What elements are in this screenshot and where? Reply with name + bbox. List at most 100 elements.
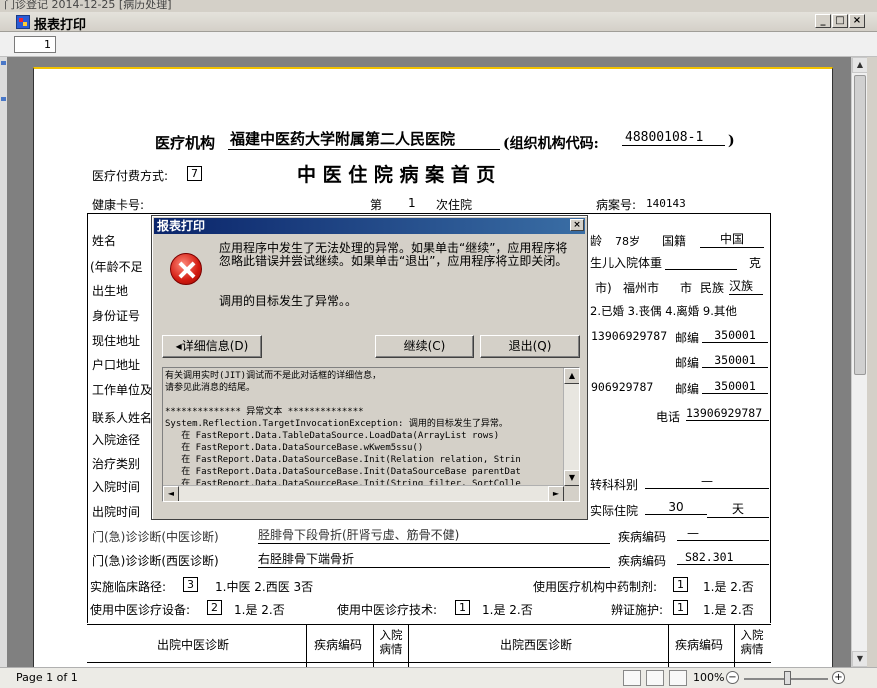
error-message: 应用程序中发生了无法处理的异常。如果单击“继续”，应用程序将忽略此错误并尝试继续… [219,241,568,268]
page-number-input[interactable]: 1 [14,36,56,53]
tcm-tech-label: 使用中医诊疗技术: [337,603,438,617]
zoom-out-icon[interactable]: − [726,671,739,684]
zip-3: 350001 [702,379,768,394]
zoom-in-icon[interactable]: + [832,671,845,684]
ethnic-value: 汉族 [729,277,763,295]
col-disease-code: 疾病编码 [314,638,363,652]
scroll-up-icon[interactable]: ▲ [852,57,868,73]
name-label: 姓名 [92,234,117,248]
scroll-thumb[interactable] [854,75,866,375]
zoom-slider-handle[interactable] [784,671,791,685]
scroll-down-icon[interactable]: ▼ [852,651,868,667]
background-window-strip: 门诊登记 2014-12-25 [病历处理] [0,0,877,12]
phone-1: 13906929787 [591,329,668,343]
baby-weight-value [665,258,737,270]
col-disease-code-2: 疾病编码 [675,638,724,652]
day-unit: 天 [707,500,769,518]
syndrome-care-options: 1.是 2.否 [703,603,754,617]
contact-phone-label: 电话 [656,410,681,424]
dialog-close-button[interactable]: × [570,219,584,231]
zoom-level: 100% [693,671,725,684]
tcm-code: — [677,526,769,541]
exception-detail-text: 有关调用实时(JIT)调试而不是此对话框的详细信息， 请参见此消息的结尾。 **… [165,371,521,501]
detail-scroll-down-icon[interactable]: ▼ [564,470,579,486]
tcm-equip-options: 1.是 2.否 [234,603,285,617]
zip-1: 350001 [702,328,768,343]
birth-city-tail: 市) [595,281,612,295]
hukou-address-label: 户口地址 [92,358,141,372]
actual-stay-label: 实际住院 [590,504,639,518]
stay-days: 30 [645,500,707,515]
org-code-close: ) [728,133,735,149]
minimize-button[interactable]: _ [815,14,831,28]
age-insufficient-label: (年龄不足 [90,260,143,274]
window-title: 报表打印 [34,18,87,33]
detail-horizontal-scrollbar[interactable]: ◄ ► [163,485,564,501]
org-name: 福建中医药大学附属第二人民医院 [228,128,500,150]
wm-diagnosis-value: 右胫腓骨下端骨折 [258,550,610,568]
wm-diagnosis-label: 门(急)诊诊断(西医诊断) [92,554,219,568]
work-unit-label: 工作单位及 [92,383,153,397]
continue-button[interactable]: 继续(C) [375,335,474,358]
ethnic-label: 民族 [700,281,725,295]
status-bar: Page 1 of 1 100% − + [0,667,877,688]
detail-scroll-up-icon[interactable]: ▲ [564,368,579,384]
visit-num: 1 [408,196,416,210]
phone-2: 906929787 [591,380,654,394]
exception-detail-box[interactable]: 有关调用实时(JIT)调试而不是此对话框的详细信息， 请参见此消息的结尾。 **… [162,367,580,502]
left-edge [0,57,7,667]
zip-label-2: 邮编 [675,356,700,370]
detail-vertical-scrollbar[interactable]: ▲ ▼ [563,368,579,486]
age-value: 78岁 [615,235,640,248]
visit-pre: 第 [370,198,383,212]
multi-pages-icon[interactable] [669,670,687,686]
tcm-tech-value: 1 [455,600,470,615]
close-button[interactable]: × [849,14,865,28]
tcm-equip-label: 使用中医诊疗设备: [90,603,191,617]
tcm-tech-options: 1.是 2.否 [482,603,533,617]
detail-scroll-right-icon[interactable]: ► [548,486,564,501]
clinical-path-label: 实施临床路径: [90,580,167,594]
dialog-title: 报表打印 [154,218,585,234]
baby-weight-label: 生儿入院体重 [590,256,663,270]
card-label: 健康卡号: [92,198,145,212]
tcm-diagnosis-value: 胫腓骨下段骨折(肝肾亏虚、筋骨不健) [258,526,610,544]
hospital-drug-value: 1 [673,577,688,592]
quit-button[interactable]: 退出(Q) [480,335,580,358]
current-address-label: 现住地址 [92,334,141,348]
single-page-icon[interactable] [623,670,641,686]
nation-label: 国籍 [662,234,687,248]
record-no: 140143 [646,197,686,210]
contact-name-label: 联系人姓名 [92,411,153,425]
error-message-detail: 调用的目标发生了异常。。 [219,294,358,308]
zip-label-3: 邮编 [675,382,700,396]
transfer-dept-label: 转科科别 [590,478,639,492]
background-window-text: 门诊登记 2014-12-25 [病历处理] [4,0,172,11]
col-admit-state-2: 入院病情 [740,628,764,656]
syndrome-care-value: 1 [673,600,688,615]
col-discharge-tcm: 出院中医诊断 [157,638,230,652]
org-code: 48800108-1 [622,130,725,146]
age-tail: 龄 [590,234,603,248]
wm-code: S82.301 [677,550,769,565]
id-label: 身份证号 [92,309,141,323]
birthplace-label: 出生地 [92,284,129,298]
window-title-bar: 报表打印 _ □ × [0,12,877,33]
clinical-path-value: 3 [183,577,198,592]
admit-route-label: 入院途径 [92,433,141,447]
error-icon [170,253,202,285]
preview-vertical-scrollbar[interactable]: ▲ ▼ [851,57,868,667]
pay-value: 7 [187,166,202,181]
zip-2: 350001 [702,353,768,368]
details-button[interactable]: ◂详细信息(D) [162,335,262,358]
tcm-diagnosis-label: 门(急)诊诊断(中医诊断) [92,530,219,544]
detail-scroll-left-icon[interactable]: ◄ [163,486,179,501]
phone-3: 13906929787 [686,406,769,421]
hospital-drug-options: 1.是 2.否 [703,580,754,594]
two-pages-icon[interactable] [646,670,664,686]
native-city: 福州市 [623,281,660,295]
treatment-type-label: 治疗类别 [92,457,141,471]
visit-post: 次住院 [436,198,473,212]
disease-code-label-1: 疾病编码 [618,530,667,544]
maximize-button[interactable]: □ [832,14,848,28]
